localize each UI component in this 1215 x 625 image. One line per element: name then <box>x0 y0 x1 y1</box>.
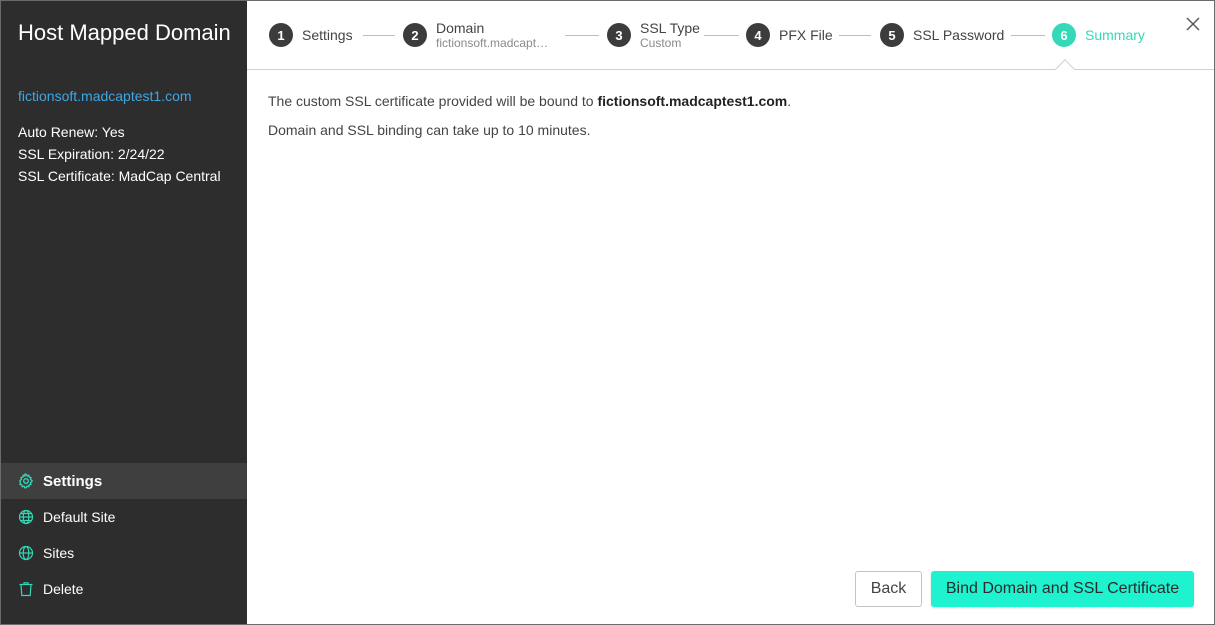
globe-icon <box>18 545 34 561</box>
step-number: 5 <box>880 23 904 47</box>
step-ssl-type[interactable]: 3 SSL Type Custom <box>607 20 700 50</box>
step-number: 4 <box>746 23 770 47</box>
sidebar: Host Mapped Domain fictionsoft.madcaptes… <box>1 1 247 624</box>
step-ssl-password[interactable]: 5 SSL Password <box>880 23 1004 47</box>
sidebar-item-label: Delete <box>43 581 84 597</box>
domain-info: Auto Renew: Yes SSL Expiration: 2/24/22 … <box>18 121 221 187</box>
step-connector <box>839 35 871 36</box>
sidebar-item-label: Sites <box>43 545 75 561</box>
summary-content: The custom SSL certificate provided will… <box>268 92 1194 150</box>
bind-domain-ssl-button[interactable]: Bind Domain and SSL Certificate <box>931 571 1194 607</box>
step-domain[interactable]: 2 Domain fictionsoft.madcapte... <box>403 20 552 50</box>
step-connector <box>363 35 395 36</box>
active-step-caret <box>1055 59 1075 79</box>
sidebar-item-default-site[interactable]: Default Site <box>1 499 247 535</box>
step-number: 1 <box>269 23 293 47</box>
step-summary[interactable]: 6 Summary <box>1052 23 1145 47</box>
wizard-stepper: 1 Settings 2 Domain fictionsoft.madcapte… <box>247 1 1214 79</box>
step-settings[interactable]: 1 Settings <box>269 23 353 47</box>
main-panel: 1 Settings 2 Domain fictionsoft.madcapte… <box>247 1 1214 624</box>
step-sublabel: fictionsoft.madcapte... <box>436 37 552 50</box>
close-icon[interactable] <box>1185 16 1201 32</box>
step-sublabel: Custom <box>640 37 682 50</box>
gear-icon <box>19 473 33 489</box>
step-connector <box>1011 35 1045 36</box>
step-label: Summary <box>1085 27 1145 43</box>
step-label: SSL Type <box>640 20 700 36</box>
binding-message: The custom SSL certificate provided will… <box>268 92 1194 110</box>
ssl-certificate-text: SSL Certificate: MadCap Central <box>18 168 221 184</box>
sidebar-nav: Settings Default Site Sites Delete <box>1 463 247 607</box>
step-number: 6 <box>1052 23 1076 47</box>
step-label: SSL Password <box>913 27 1005 43</box>
globe-home-icon <box>18 509 34 525</box>
binding-domain: fictionsoft.madcaptest1.com <box>597 93 788 109</box>
sidebar-item-label: Settings <box>43 472 103 490</box>
step-connector <box>565 35 599 36</box>
step-label: Domain <box>436 20 485 36</box>
auto-renew-text: Auto Renew: Yes <box>18 124 125 140</box>
back-button[interactable]: Back <box>855 571 922 607</box>
step-pfx-file[interactable]: 4 PFX File <box>746 23 833 47</box>
domain-link[interactable]: fictionsoft.madcaptest1.com <box>18 88 192 104</box>
binding-message-suffix: . <box>787 93 792 109</box>
sidebar-item-delete[interactable]: Delete <box>1 571 247 607</box>
binding-message-prefix: The custom SSL certificate provided will… <box>268 93 598 109</box>
step-label: PFX File <box>779 27 833 43</box>
ssl-expiration-text: SSL Expiration: 2/24/22 <box>18 146 165 162</box>
binding-time-note: Domain and SSL binding can take up to 10… <box>268 122 591 138</box>
trash-icon <box>19 582 33 597</box>
sidebar-item-label: Default Site <box>43 509 116 525</box>
dialog: Host Mapped Domain fictionsoft.madcaptes… <box>0 0 1215 625</box>
step-number: 3 <box>607 23 631 47</box>
step-label: Settings <box>302 27 353 43</box>
step-connector <box>704 35 739 36</box>
sidebar-item-settings[interactable]: Settings <box>1 463 247 499</box>
sidebar-item-sites[interactable]: Sites <box>1 535 247 571</box>
step-number: 2 <box>403 23 427 47</box>
dialog-title: Host Mapped Domain <box>18 20 231 45</box>
